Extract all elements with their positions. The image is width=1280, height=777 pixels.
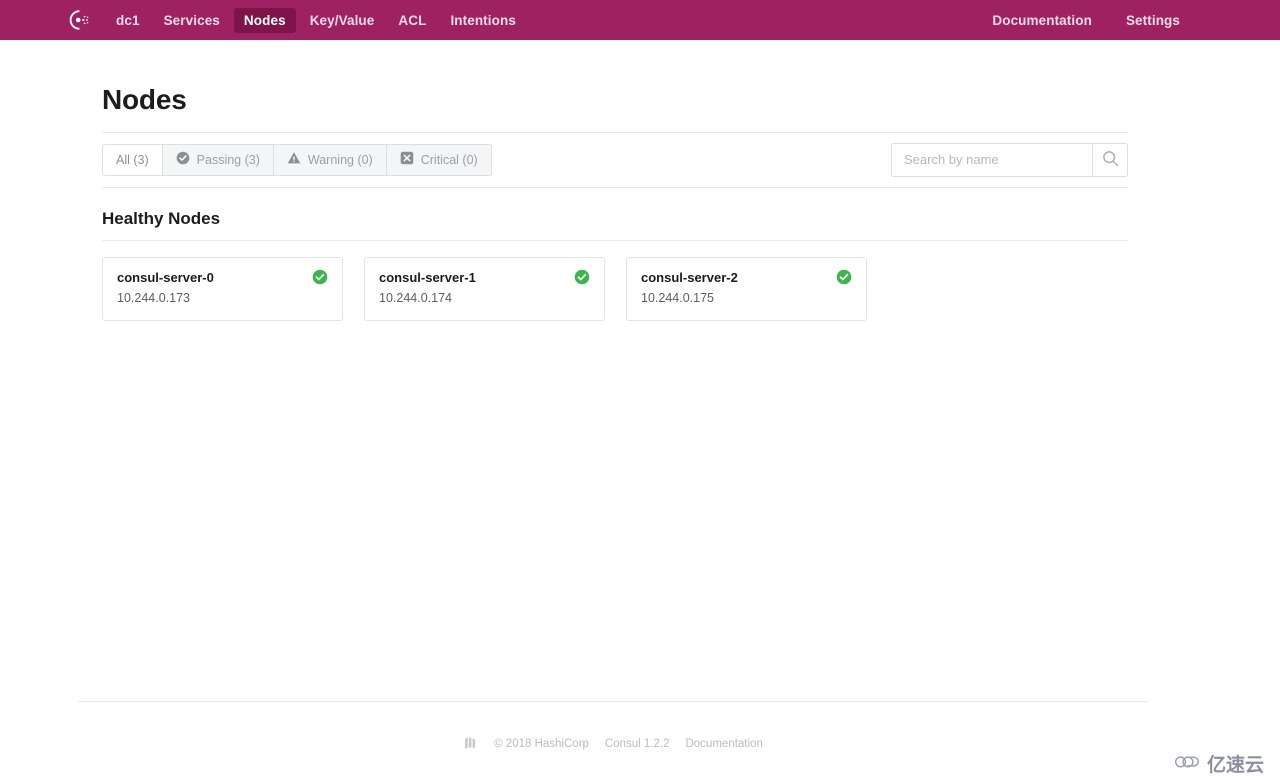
consul-logo-icon[interactable] <box>66 7 92 33</box>
nav-item-services[interactable]: Services <box>154 8 230 33</box>
filter-tab-warning[interactable]: Warning (0) <box>273 144 387 175</box>
node-card[interactable]: consul-server-2 10.244.0.175 <box>626 257 867 321</box>
check-circle-icon <box>176 151 190 168</box>
filter-tab-passing[interactable]: Passing (3) <box>162 144 274 175</box>
nav-item-acl[interactable]: ACL <box>388 8 436 33</box>
watermark: 亿速云 <box>1174 750 1264 777</box>
hashicorp-logo-icon <box>463 735 478 753</box>
search-icon <box>1102 150 1119 170</box>
status-filter-tabs: All (3) Passing (3) Warning (0) Critical… <box>102 143 492 176</box>
filter-bar: All (3) Passing (3) Warning (0) Critical… <box>102 132 1128 188</box>
node-card-grid: consul-server-0 10.244.0.173 consul-serv… <box>102 241 1128 321</box>
cloud-icon <box>1174 751 1202 777</box>
filter-tab-critical[interactable]: Critical (0) <box>386 144 491 175</box>
check-circle-icon <box>574 269 590 285</box>
node-name: consul-server-1 <box>379 270 476 285</box>
check-circle-icon <box>312 269 328 285</box>
page-body: Nodes All (3) Passing (3) Warning (0) Cr… <box>0 40 1280 776</box>
node-address: 10.244.0.175 <box>641 291 714 305</box>
nav-item-datacenter[interactable]: dc1 <box>106 8 150 33</box>
navbar-left-group: dc1 Services Nodes Key/Value ACL Intenti… <box>0 7 530 33</box>
main-navbar: dc1 Services Nodes Key/Value ACL Intenti… <box>0 0 1280 40</box>
watermark-text: 亿速云 <box>1206 755 1264 776</box>
page-footer: © 2018 HashiCorp Consul 1.2.2 Documentat… <box>78 701 1148 753</box>
nav-item-documentation[interactable]: Documentation <box>982 8 1102 33</box>
node-name: consul-server-0 <box>117 270 214 285</box>
nav-item-settings[interactable]: Settings <box>1116 8 1190 33</box>
nav-item-intentions[interactable]: Intentions <box>440 8 526 33</box>
node-card[interactable]: consul-server-1 10.244.0.174 <box>364 257 605 321</box>
node-address: 10.244.0.174 <box>379 291 452 305</box>
footer-documentation-link[interactable]: Documentation <box>686 738 763 750</box>
filter-tab-all-label: All (3) <box>116 152 149 167</box>
x-square-icon <box>400 151 414 168</box>
node-card[interactable]: consul-server-0 10.244.0.173 <box>102 257 343 321</box>
footer-inner: © 2018 HashiCorp Consul 1.2.2 Documentat… <box>78 702 1148 753</box>
warning-triangle-icon <box>287 151 301 168</box>
search-button[interactable] <box>1092 143 1127 176</box>
filter-tab-warning-label: Warning (0) <box>307 152 373 167</box>
filter-tab-passing-label: Passing (3) <box>196 152 260 167</box>
filter-tab-critical-label: Critical (0) <box>420 152 478 167</box>
footer-version: Consul 1.2.2 <box>604 738 670 750</box>
section-title-healthy-nodes: Healthy Nodes <box>102 188 1128 241</box>
navbar-right-group: Documentation Settings <box>968 8 1280 33</box>
footer-copyright: © 2018 HashiCorp <box>494 738 589 750</box>
page-title: Nodes <box>102 84 187 115</box>
node-name: consul-server-2 <box>641 270 738 285</box>
nav-item-nodes[interactable]: Nodes <box>233 7 296 33</box>
content-container: Nodes All (3) Passing (3) Warning (0) Cr… <box>102 40 1128 321</box>
search-group <box>891 142 1128 177</box>
nav-item-key-value[interactable]: Key/Value <box>300 8 385 33</box>
node-address: 10.244.0.173 <box>117 291 190 305</box>
check-circle-icon <box>836 269 852 285</box>
search-input[interactable] <box>892 143 1092 176</box>
filter-tab-all[interactable]: All (3) <box>103 144 163 175</box>
